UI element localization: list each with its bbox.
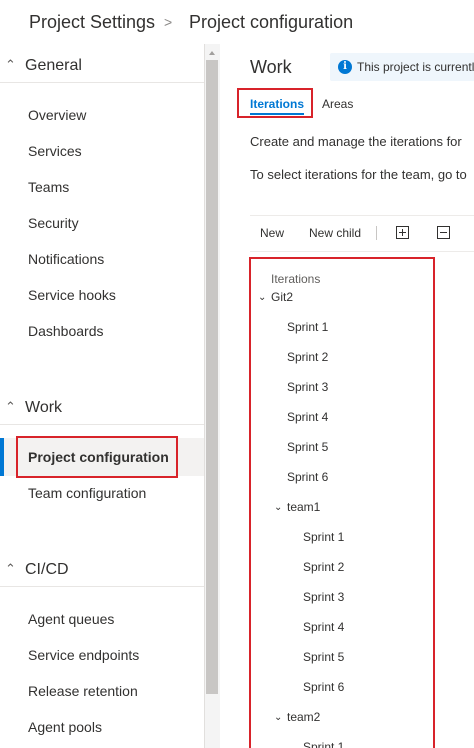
sidebar-item-service-hooks[interactable]: Service hooks: [28, 287, 116, 303]
new-button[interactable]: New: [260, 226, 284, 240]
section-cicd-header[interactable]: ⌃ CI/CD: [0, 557, 204, 587]
tree-node-sprint[interactable]: Sprint 4: [303, 620, 344, 634]
tree-node-sprint[interactable]: Sprint 1: [303, 740, 344, 748]
section-cicd-title: CI/CD: [25, 561, 69, 578]
section-work-header[interactable]: ⌃ Work: [0, 395, 204, 425]
chevron-up-icon: ⌃: [5, 561, 16, 576]
breadcrumb-chevron-icon: >: [164, 14, 173, 30]
info-icon: i: [338, 60, 352, 74]
tree-node-sprint[interactable]: Sprint 1: [287, 320, 328, 334]
collapse-all-icon[interactable]: [437, 226, 450, 239]
tree-node-sprint[interactable]: Sprint 5: [287, 440, 328, 454]
sidebar-item-notifications[interactable]: Notifications: [28, 251, 104, 267]
page-title: Work: [250, 57, 292, 77]
sidebar-item-dashboards[interactable]: Dashboards: [28, 323, 104, 339]
chevron-down-icon[interactable]: ⌄: [274, 712, 282, 723]
tree-node-sprint[interactable]: Sprint 2: [303, 560, 344, 574]
tree-node-git2[interactable]: Git2: [271, 290, 293, 304]
header: Project Settings > Project configuration: [0, 0, 474, 44]
sidebar-item-team-configuration[interactable]: Team configuration: [28, 485, 146, 501]
description-line-2: To select iterations for the team, go to: [250, 167, 467, 182]
section-work-title: Work: [25, 399, 63, 416]
tree-header: Iterations: [271, 272, 321, 286]
chevron-down-icon[interactable]: ⌄: [258, 292, 266, 303]
tree-node-sprint[interactable]: Sprint 1: [303, 530, 344, 544]
new-child-button[interactable]: New child: [309, 226, 361, 240]
toolbar-separator: [376, 226, 377, 240]
tree-node-sprint[interactable]: Sprint 3: [287, 380, 328, 394]
chevron-up-icon: ⌃: [5, 399, 16, 414]
sidebar-item-agent-pools[interactable]: Agent pools: [28, 719, 102, 735]
section-general-title: General: [25, 57, 82, 74]
expand-all-icon[interactable]: [396, 226, 409, 239]
info-banner-text: This project is currently: [357, 60, 474, 74]
tree-node-sprint[interactable]: Sprint 5: [303, 650, 344, 664]
sidebar-item-release-retention[interactable]: Release retention: [28, 683, 138, 699]
toolbar-divider-bottom: [250, 251, 474, 252]
tab-areas[interactable]: Areas: [322, 97, 353, 111]
breadcrumb-project-settings[interactable]: Project Settings: [29, 12, 155, 33]
tree-node-team2[interactable]: team2: [287, 710, 320, 724]
tree-node-sprint[interactable]: Sprint 2: [287, 350, 328, 364]
highlight-box-iterations-tab: [237, 88, 313, 118]
chevron-up-icon: ⌃: [5, 57, 16, 72]
description-line-1: Create and manage the iterations for: [250, 134, 462, 149]
tree-node-sprint[interactable]: Sprint 6: [303, 680, 344, 694]
sidebar-item-security[interactable]: Security: [28, 215, 79, 231]
sidebar-item-services[interactable]: Services: [28, 143, 82, 159]
sidebar-item-agent-queues[interactable]: Agent queues: [28, 611, 114, 627]
toolbar-divider-top: [250, 215, 474, 216]
sidebar-active-indicator: [0, 438, 4, 476]
tree-node-sprint[interactable]: Sprint 3: [303, 590, 344, 604]
sidebar-item-teams[interactable]: Teams: [28, 179, 69, 195]
chevron-down-icon[interactable]: ⌄: [274, 502, 282, 513]
section-general-header[interactable]: ⌃ General: [0, 53, 204, 83]
scroll-up-arrow-icon[interactable]: [206, 46, 218, 58]
tree-node-sprint[interactable]: Sprint 4: [287, 410, 328, 424]
sidebar-item-overview[interactable]: Overview: [28, 107, 86, 123]
sidebar-scrollbar-thumb[interactable]: [206, 60, 218, 694]
breadcrumb-current: Project configuration: [189, 12, 354, 32]
info-banner: i This project is currently: [330, 53, 474, 81]
tree-node-team1[interactable]: team1: [287, 500, 320, 514]
sidebar-item-service-endpoints[interactable]: Service endpoints: [28, 647, 139, 663]
highlight-box-project-configuration: [16, 436, 178, 478]
tree-node-sprint[interactable]: Sprint 6: [287, 470, 328, 484]
